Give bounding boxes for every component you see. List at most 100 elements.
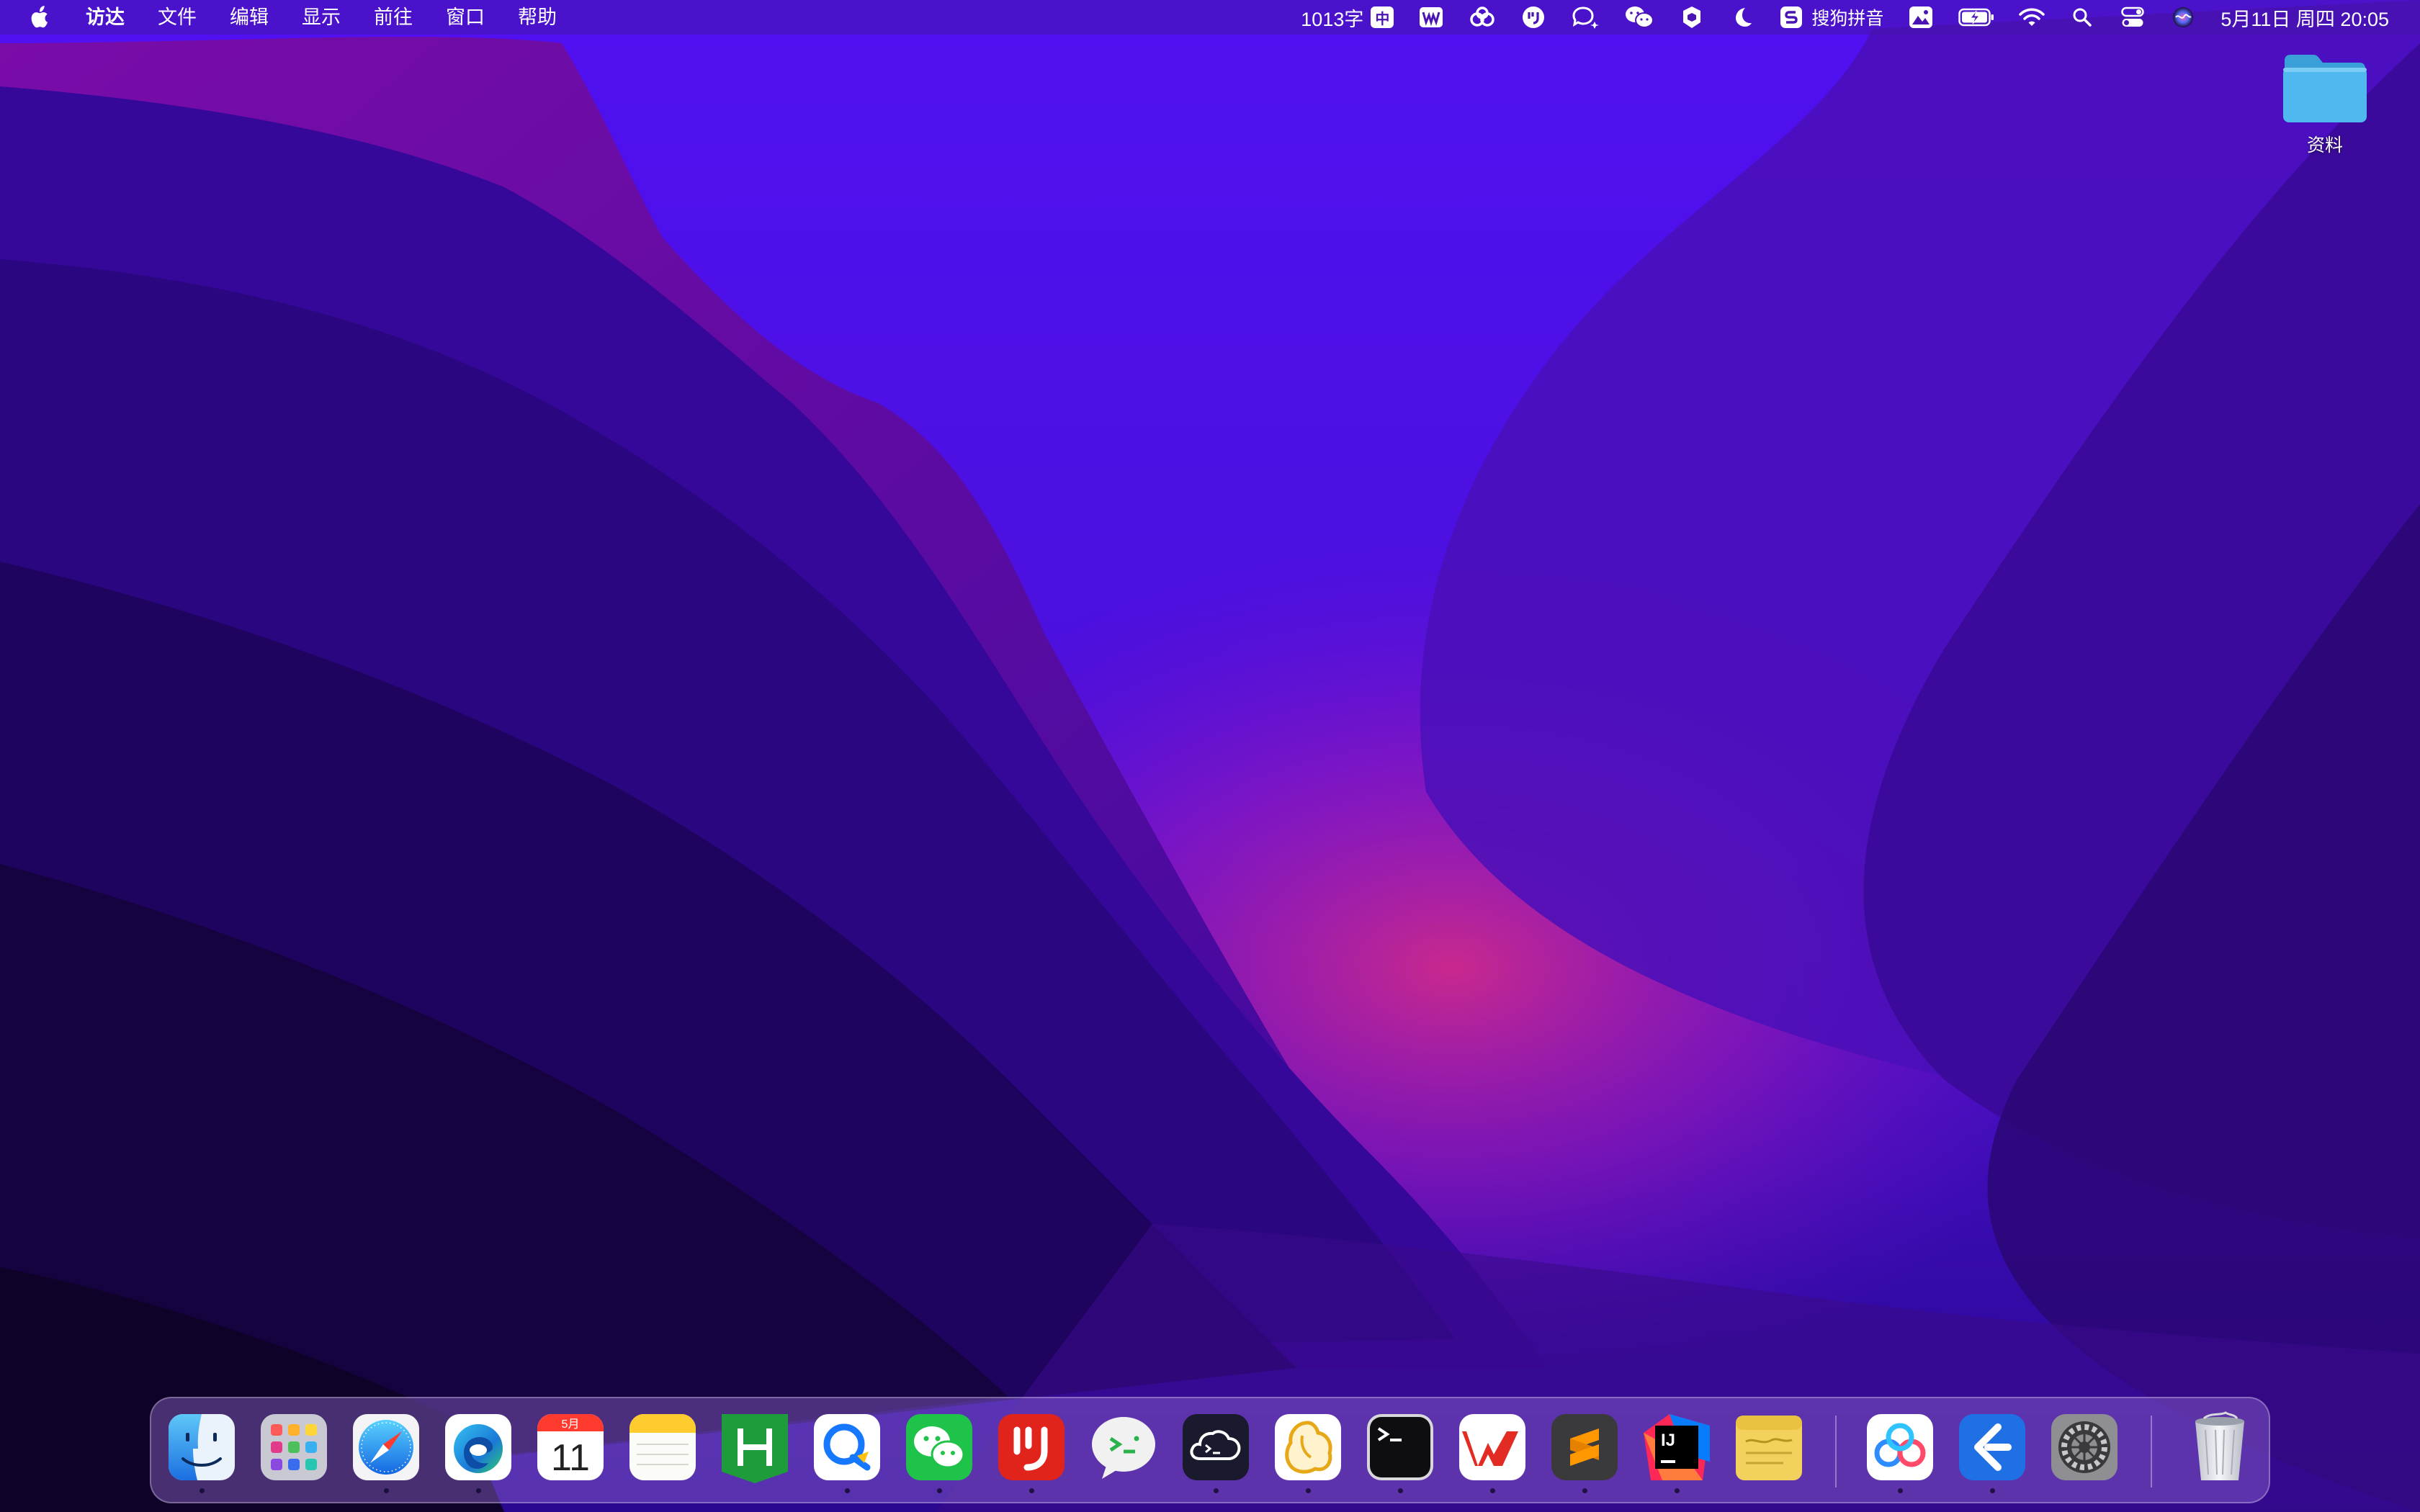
intellij-idea-icon: IJ [1644, 1414, 1710, 1480]
menu-bar: 访达 文件 编辑 显示 前往 窗口 帮助 1013字 中 搜狗拼音 5月11日 … [0, 0, 2420, 35]
dock: 5月 11 IJ [150, 1397, 2270, 1503]
dock-navicat[interactable] [1272, 1411, 1344, 1493]
dock-separator [1835, 1416, 1837, 1488]
running-indicator [937, 1488, 942, 1493]
photos-status-icon[interactable] [1908, 0, 1934, 35]
running-indicator [1990, 1488, 1995, 1493]
dock-wps[interactable] [1456, 1411, 1528, 1493]
running-indicator [1214, 1488, 1219, 1493]
control-center-icon[interactable] [2120, 0, 2146, 35]
running-indicator [1398, 1488, 1403, 1493]
dock-notes[interactable] [627, 1411, 699, 1483]
running-indicator [1582, 1488, 1587, 1493]
running-indicator [476, 1488, 481, 1493]
sogou-input-status[interactable]: 搜狗拼音 [1780, 0, 1883, 35]
wps-icon [1459, 1414, 1525, 1480]
pinduoduo-status-icon[interactable] [1520, 0, 1546, 35]
dock-stickies[interactable] [1733, 1411, 1805, 1483]
sogou-icon [1780, 6, 1803, 28]
calendar-month: 5月 [562, 1418, 580, 1431]
running-indicator [200, 1488, 205, 1493]
input-mode-label: 中 [1375, 11, 1390, 27]
wps-status-icon[interactable] [1418, 0, 1444, 35]
dock-launchpad[interactable] [258, 1411, 330, 1483]
desktop: 访达 文件 编辑 显示 前往 窗口 帮助 1013字 中 搜狗拼音 5月11日 … [0, 0, 2420, 1512]
dock-baidu-netdisk[interactable] [1864, 1411, 1936, 1493]
dock-remote-desktop[interactable] [1956, 1411, 2028, 1493]
dock-pinduoduo[interactable] [995, 1411, 1067, 1493]
svg-text:IJ: IJ [1661, 1431, 1675, 1450]
clock-datetime[interactable]: 5月11日 周四 20:05 [2220, 0, 2389, 35]
siri-icon[interactable] [2170, 0, 2196, 35]
word-count-status[interactable]: 1013字 中 [1301, 0, 1394, 35]
menu-view[interactable]: 显示 [285, 0, 357, 35]
hbuilder-icon [722, 1414, 788, 1483]
notes-icon [629, 1414, 696, 1480]
dock-trash[interactable] [2184, 1411, 2256, 1483]
dock-finder[interactable] [166, 1411, 238, 1493]
menu-file[interactable]: 文件 [141, 0, 213, 35]
word-count-label: 1013字 [1301, 8, 1364, 30]
baidu-netdisk-icon [1867, 1414, 1933, 1480]
dock-intellij-idea[interactable]: IJ [1641, 1411, 1713, 1493]
dock-separator [2151, 1416, 2152, 1488]
desktop-folder[interactable]: 资料 [2269, 50, 2381, 180]
dock-edge[interactable] [442, 1411, 514, 1493]
finder-icon [169, 1414, 235, 1480]
cloud-terminal-icon [1183, 1414, 1249, 1480]
input-mode-badge: 中 [1371, 6, 1394, 28]
gear-icon [2051, 1414, 2118, 1480]
pinduoduo-icon [998, 1414, 1065, 1480]
running-indicator [384, 1488, 389, 1493]
menu-bar-status: 1013字 中 搜狗拼音 5月11日 周四 20:05 [1289, 0, 2401, 35]
stickies-icon [1736, 1416, 1802, 1480]
edge-icon [445, 1414, 511, 1480]
wallpaper [0, 0, 2420, 1512]
dock-chat-bubble[interactable] [1088, 1411, 1160, 1483]
running-indicator [1675, 1488, 1680, 1493]
focus-moon-icon[interactable] [1729, 0, 1755, 35]
wechat-icon [906, 1414, 972, 1480]
wechat-status-icon[interactable] [1624, 0, 1654, 35]
chat-assistant-status-icon[interactable] [1571, 0, 1600, 35]
menu-help[interactable]: 帮助 [501, 0, 573, 35]
sublime-text-icon [1551, 1414, 1618, 1480]
dock-sublime-text[interactable] [1549, 1411, 1621, 1493]
remote-desktop-icon [1959, 1414, 2025, 1480]
dock-hbuilder[interactable] [719, 1411, 791, 1483]
launchpad-icon [261, 1414, 327, 1480]
calendar-day: 11 [551, 1437, 590, 1479]
battery-charging-icon [1958, 0, 1994, 35]
security-shield-icon[interactable] [1679, 0, 1705, 35]
datetime-label: 5月11日 周四 20:05 [2220, 8, 2389, 30]
safari-icon [353, 1414, 419, 1480]
dock-calendar[interactable]: 5月 11 [534, 1411, 606, 1483]
chat-bubble-icon [1092, 1417, 1155, 1479]
apple-menu-icon[interactable] [24, 0, 52, 35]
input-method-label: 搜狗拼音 [1811, 9, 1884, 29]
baidu-netdisk-status-icon[interactable] [1469, 0, 1496, 35]
dock-safari[interactable] [350, 1411, 422, 1493]
dock-lark[interactable] [811, 1411, 883, 1493]
app-menu-finder[interactable]: 访达 [69, 0, 141, 35]
menu-edit[interactable]: 编辑 [213, 0, 285, 35]
dock-system-settings[interactable] [2048, 1411, 2120, 1483]
dock-wechat[interactable] [903, 1411, 975, 1493]
terminal-icon [1367, 1414, 1433, 1480]
running-indicator [1490, 1488, 1495, 1493]
running-indicator [1029, 1488, 1034, 1493]
dock-terminal[interactable] [1364, 1411, 1436, 1493]
trash-icon [2195, 1411, 2244, 1480]
running-indicator [1306, 1488, 1311, 1493]
menu-go[interactable]: 前往 [357, 0, 429, 35]
running-indicator [845, 1488, 850, 1493]
folder-icon [2283, 55, 2367, 122]
navicat-icon [1275, 1414, 1341, 1480]
lark-icon [814, 1414, 880, 1480]
running-indicator [1898, 1488, 1903, 1493]
spotlight-search-icon[interactable] [2069, 0, 2095, 35]
menu-window[interactable]: 窗口 [429, 0, 501, 35]
dock-cloud-terminal[interactable] [1180, 1411, 1252, 1493]
menu-bar-left: 访达 文件 编辑 显示 前往 窗口 帮助 [0, 0, 573, 35]
wifi-icon[interactable] [2019, 0, 2045, 35]
